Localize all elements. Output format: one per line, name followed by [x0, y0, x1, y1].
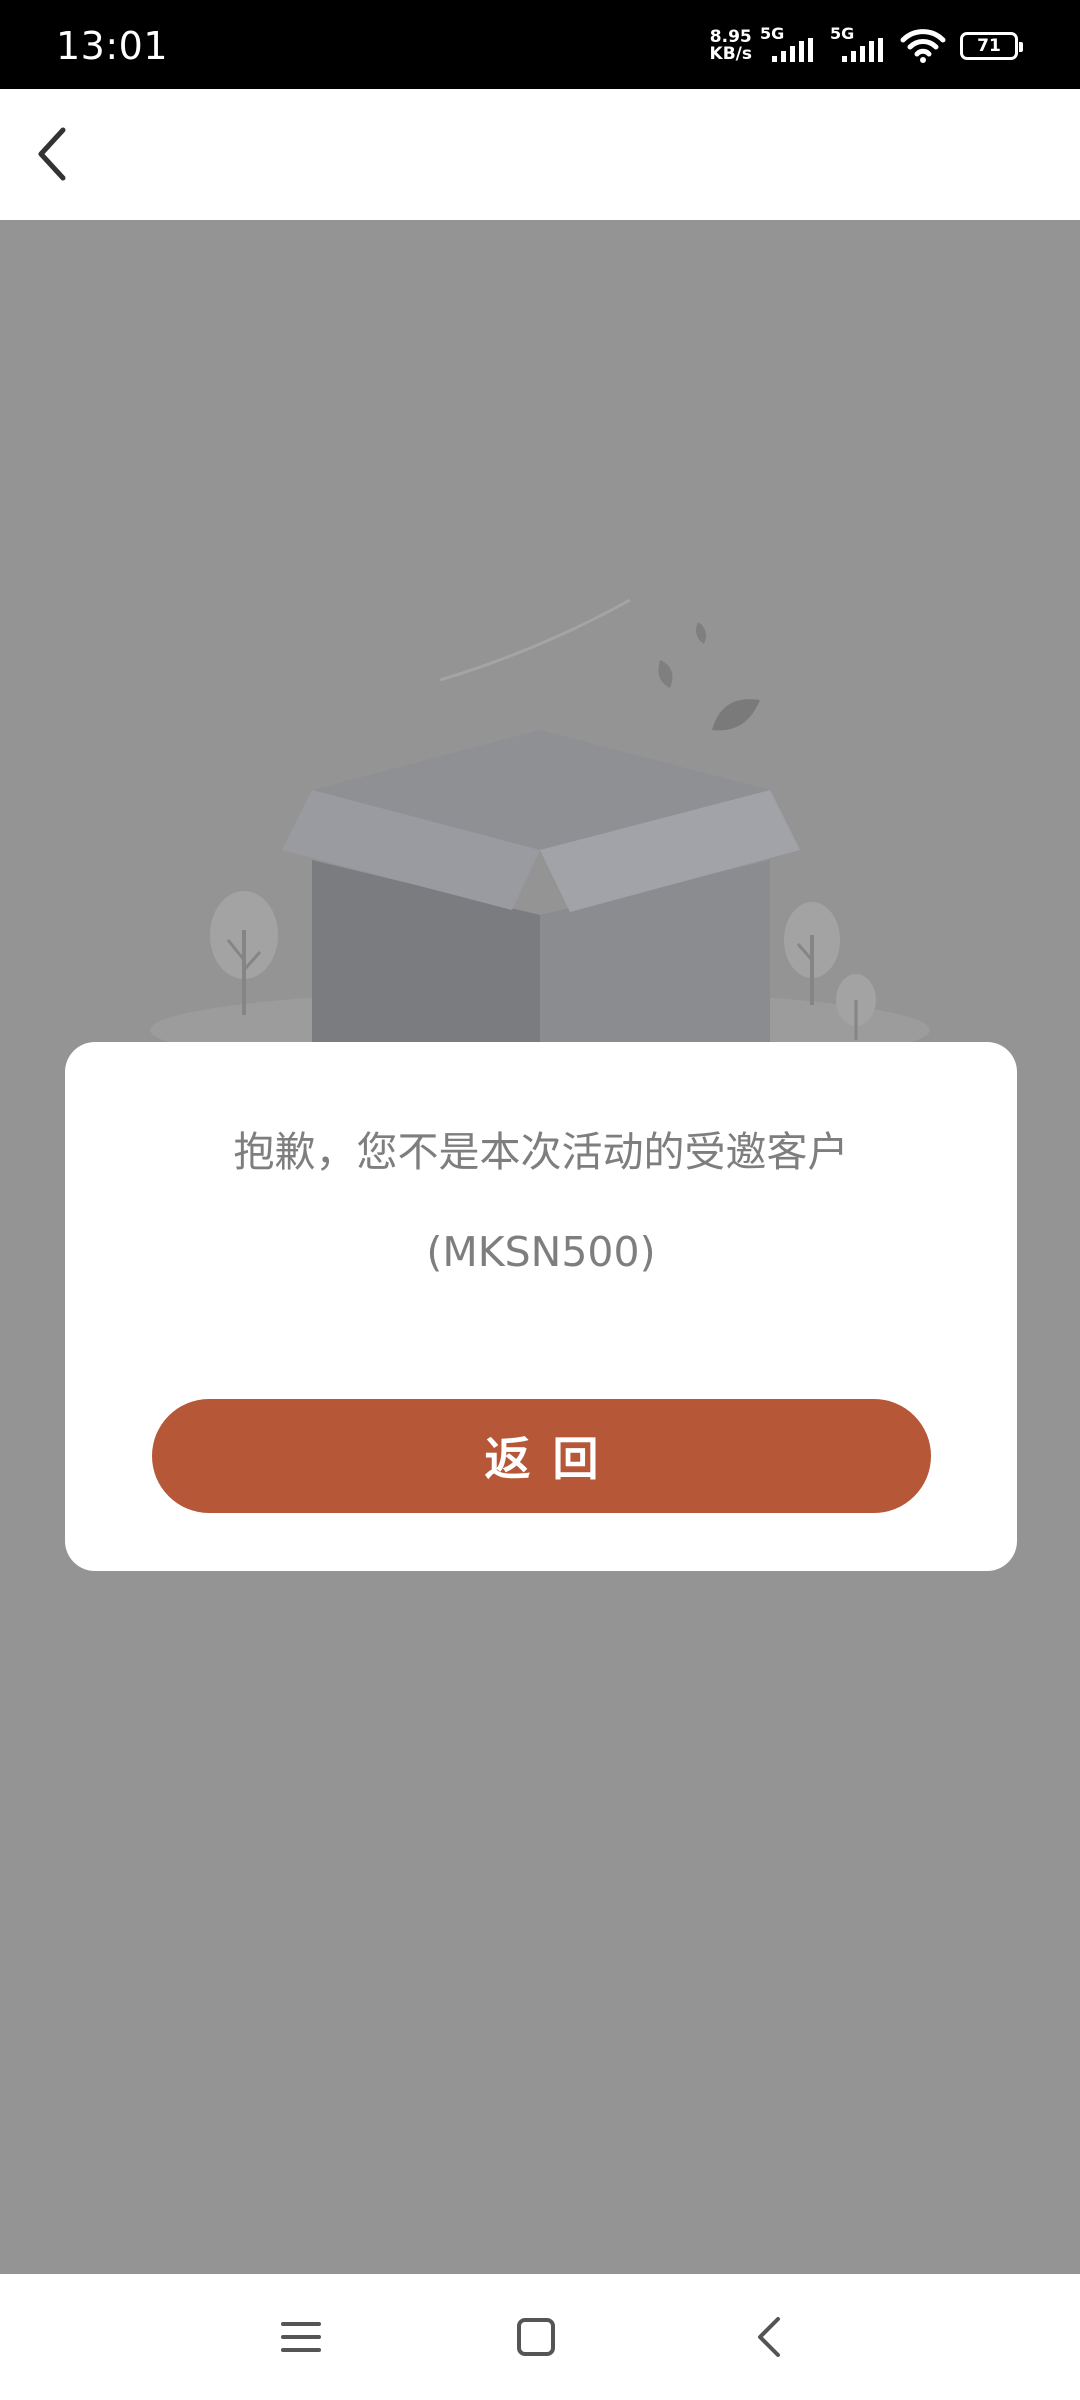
signal-icon: [842, 38, 883, 62]
screen: 13:01 8.95 KB/s 5G 5G 71 抱歉，您不是本次活动的受邀客户…: [0, 0, 1080, 2400]
back-button[interactable]: [18, 119, 88, 189]
network-speed-unit: KB/s: [709, 44, 752, 64]
status-time: 13:01: [56, 24, 169, 68]
sim2-signal: 5G: [830, 24, 892, 68]
app-header: [0, 89, 1080, 220]
nav-back-button[interactable]: [736, 2304, 802, 2370]
status-bar: 13:01 8.95 KB/s 5G 5G 71: [0, 0, 1080, 89]
status-icons: 8.95 KB/s 5G 5G 71: [710, 22, 1023, 70]
back-icon: [758, 2317, 780, 2357]
battery-icon: 71: [960, 32, 1023, 60]
system-nav-bar: [0, 2274, 1080, 2400]
wifi-icon: [900, 29, 946, 63]
nav-menu-button[interactable]: [268, 2304, 334, 2370]
empty-box-illustration: [150, 598, 930, 1060]
home-icon: [517, 2318, 555, 2356]
battery-level: 71: [977, 36, 1001, 56]
dialog-message: 抱歉，您不是本次活动的受邀客户(MKSN500): [233, 1128, 849, 1276]
signal-icon: [772, 38, 813, 62]
menu-icon: [281, 2322, 321, 2352]
dialog: 抱歉，您不是本次活动的受邀客户(MKSN500) 返回: [65, 1042, 1017, 1571]
return-button[interactable]: 返回: [152, 1399, 931, 1513]
chevron-left-icon: [38, 127, 66, 181]
nav-home-button[interactable]: [503, 2304, 569, 2370]
network-speed: 8.95 KB/s: [710, 29, 752, 63]
sim1-signal: 5G: [760, 24, 822, 68]
